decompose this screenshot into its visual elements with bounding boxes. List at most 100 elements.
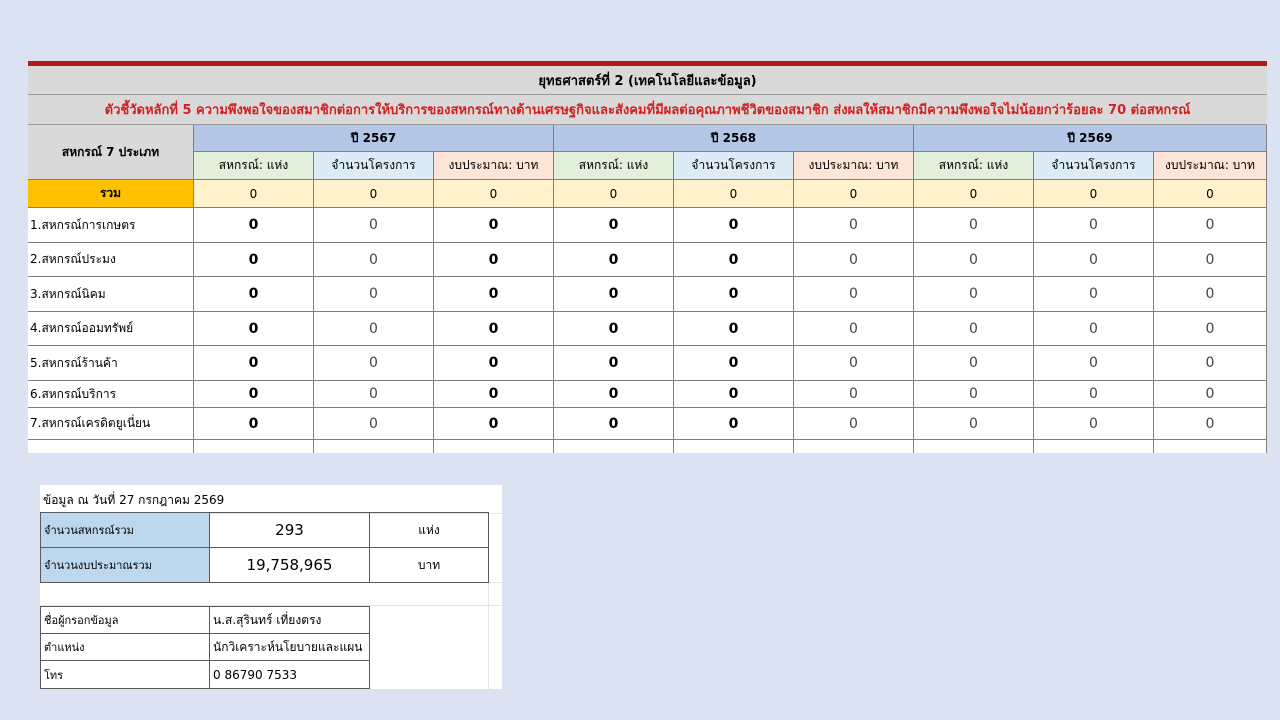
table-cell: 0 xyxy=(1034,381,1154,407)
table-cell: 0 xyxy=(314,208,434,242)
table-cell: 0 xyxy=(434,312,554,345)
table-cell: 0 xyxy=(1034,277,1154,311)
table-cell: 0 xyxy=(1034,243,1154,276)
budget-total-unit: บาท xyxy=(369,547,489,583)
table-cell: 0 xyxy=(194,243,314,276)
table-cell: 0 xyxy=(914,408,1034,439)
phone-value: 0 86790 7533 xyxy=(209,660,370,689)
table-cell: 0 xyxy=(914,243,1034,276)
sub-header-projects: จำนวนโครงการ xyxy=(1034,152,1154,180)
year-2568-header: ปี 2568 xyxy=(554,125,914,152)
table-cell: 0 xyxy=(1034,312,1154,345)
table-cell: 0 xyxy=(914,346,1034,380)
table-body: รวม 000000000 1.สหกรณ์การเกษตร 0 0 0 0 0 0 0 0 0 2… xyxy=(28,180,1267,453)
position-label: ตำแหน่ง xyxy=(40,633,210,661)
empty-cell xyxy=(674,440,794,453)
row-label: 2.สหกรณ์ประมง xyxy=(28,243,194,276)
table-row: 2.สหกรณ์ประมง 0 0 0 0 0 0 0 0 0 xyxy=(28,243,1267,277)
table-cell: 0 xyxy=(674,208,794,242)
table-row: 4.สหกรณ์ออมทรัพย์ 0 0 0 0 0 0 0 0 0 xyxy=(28,312,1267,346)
sub-header-coops: สหกรณ์: แห่ง xyxy=(194,152,314,180)
table-cell: 0 xyxy=(434,346,554,380)
total-cell: 0 xyxy=(914,180,1034,207)
table-cell: 0 xyxy=(554,277,674,311)
budget-total-label: จำนวนงบประมาณรวม xyxy=(40,547,210,583)
phone-label: โทร xyxy=(40,660,210,689)
coop-total-value: 293 xyxy=(209,512,370,548)
table-cell: 0 xyxy=(794,408,914,439)
table-cell: 0 xyxy=(1154,346,1267,380)
total-cell: 0 xyxy=(1154,180,1267,207)
table-cell: 0 xyxy=(554,243,674,276)
strategy-title: ยุทธศาสตร์ที่ 2 (เทคโนโลยีและข้อมูล) xyxy=(28,66,1267,95)
total-cell: 0 xyxy=(794,180,914,207)
table-cell: 0 xyxy=(1034,408,1154,439)
table-cell: 0 xyxy=(674,312,794,345)
table-cell: 0 xyxy=(434,277,554,311)
table-cell: 0 xyxy=(314,346,434,380)
table-cell: 0 xyxy=(794,243,914,276)
table-cell: 0 xyxy=(1154,208,1267,242)
table-cell: 0 xyxy=(1034,208,1154,242)
table-cell: 0 xyxy=(434,208,554,242)
table-row: 1.สหกรณ์การเกษตร 0 0 0 0 0 0 0 0 0 xyxy=(28,208,1267,243)
kpi-title: ตัวชี้วัดหลักที่ 5 ความพึงพอใจของสมาชิกต… xyxy=(28,95,1267,125)
table-cell: 0 xyxy=(314,277,434,311)
total-label: รวม xyxy=(28,180,194,207)
table-cell: 0 xyxy=(314,408,434,439)
table-cell: 0 xyxy=(1154,381,1267,407)
table-cell: 0 xyxy=(194,346,314,380)
table-cell: 0 xyxy=(1154,243,1267,276)
table-cell: 0 xyxy=(914,208,1034,242)
table-row: 5.สหกรณ์ร้านค้า 0 0 0 0 0 0 0 0 0 xyxy=(28,346,1267,381)
table-cell: 0 xyxy=(914,381,1034,407)
table-cell: 0 xyxy=(554,346,674,380)
row-label: 5.สหกรณ์ร้านค้า xyxy=(28,346,194,380)
sub-header-coops: สหกรณ์: แห่ง xyxy=(554,152,674,180)
recorder-value: น.ส.สุรินทร์ เที่ยงตรง xyxy=(209,606,370,634)
table-cell: 0 xyxy=(674,277,794,311)
total-cell: 0 xyxy=(434,180,554,207)
sub-header-projects: จำนวนโครงการ xyxy=(674,152,794,180)
total-cell: 0 xyxy=(1034,180,1154,207)
table-header: สหกรณ์ 7 ประเภท ปี 2567 ปี 2568 ปี 2569 … xyxy=(28,125,1267,180)
row-label: 7.สหกรณ์เครดิตยูเนี่ยน xyxy=(28,408,194,439)
table-cell: 0 xyxy=(674,381,794,407)
table-cell: 0 xyxy=(194,312,314,345)
table-cell: 0 xyxy=(434,243,554,276)
empty-cell xyxy=(794,440,914,453)
table-cell: 0 xyxy=(1154,277,1267,311)
table-cell: 0 xyxy=(554,381,674,407)
total-cell: 0 xyxy=(554,180,674,207)
sub-header-projects: จำนวนโครงการ xyxy=(314,152,434,180)
table-cell: 0 xyxy=(1034,346,1154,380)
recorder-label: ชื่อผู้กรอกข้อมูล xyxy=(40,606,210,634)
table-cell: 0 xyxy=(914,312,1034,345)
info-panel: ข้อมูล ณ วันที่ 27 กรกฎาคม 2569 จำนวนสหก… xyxy=(40,485,502,689)
table-cell: 0 xyxy=(794,277,914,311)
table-cell: 0 xyxy=(194,408,314,439)
table-cell: 0 xyxy=(314,243,434,276)
year-2569-header: ปี 2569 xyxy=(914,125,1267,152)
table-cell: 0 xyxy=(194,208,314,242)
empty-cell xyxy=(314,440,434,453)
row-label: 3.สหกรณ์นิคม xyxy=(28,277,194,311)
sub-header-budget: งบประมาณ: บาท xyxy=(794,152,914,180)
table-cell: 0 xyxy=(434,408,554,439)
table-row: 6.สหกรณ์บริการ 0 0 0 0 0 0 0 0 0 xyxy=(28,381,1267,408)
sub-header-budget: งบประมาณ: บาท xyxy=(434,152,554,180)
empty-cell xyxy=(28,440,194,453)
table-row: 7.สหกรณ์เครดิตยูเนี่ยน 0 0 0 0 0 0 0 0 0 xyxy=(28,408,1267,440)
table-cell: 0 xyxy=(554,408,674,439)
budget-total-value: 19,758,965 xyxy=(209,547,370,583)
table-cell: 0 xyxy=(314,312,434,345)
table-cell: 0 xyxy=(674,346,794,380)
table-cell: 0 xyxy=(1154,408,1267,439)
table-cell: 0 xyxy=(554,312,674,345)
coop-total-label: จำนวนสหกรณ์รวม xyxy=(40,512,210,548)
table-cell: 0 xyxy=(794,208,914,242)
table-cell: 0 xyxy=(794,312,914,345)
table-cell: 0 xyxy=(914,277,1034,311)
total-cell: 0 xyxy=(674,180,794,207)
empty-cell xyxy=(434,440,554,453)
